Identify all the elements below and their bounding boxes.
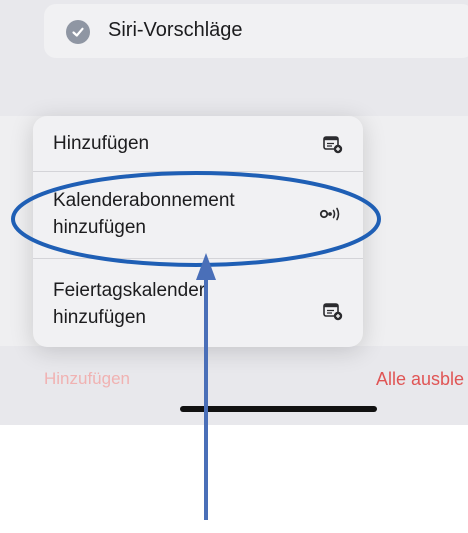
siri-suggestions-row[interactable]: Siri-Vorschläge bbox=[44, 4, 468, 58]
menu-item-add[interactable]: Hinzufügen bbox=[33, 116, 363, 171]
menu-item-label: Feiertagskalender hinzufügen bbox=[53, 280, 206, 328]
checkmark-icon[interactable] bbox=[66, 20, 90, 44]
home-indicator bbox=[180, 406, 377, 412]
calendar-add-icon bbox=[323, 301, 343, 321]
calendar-settings-screen: Siri-Vorschläge Hinzufügen Kalenderabonn… bbox=[0, 0, 468, 425]
menu-item-add-subscription[interactable]: Kalenderabonnement hinzufügen bbox=[33, 172, 363, 258]
hide-all-button[interactable]: Alle ausble bbox=[376, 369, 464, 390]
calendar-add-icon bbox=[323, 134, 343, 154]
broadcast-icon bbox=[319, 204, 343, 224]
menu-item-label: Kalenderabonnement hinzufügen bbox=[53, 190, 235, 238]
menu-item-add-holiday-calendar[interactable]: Feiertagskalender hinzufügen bbox=[33, 259, 363, 347]
menu-item-label: Hinzufügen bbox=[53, 133, 150, 154]
siri-suggestions-label: Siri-Vorschläge bbox=[108, 19, 243, 41]
add-button[interactable]: Hinzufügen bbox=[44, 369, 130, 389]
add-calendar-menu: Hinzufügen Kalenderabonnement hinzufügen bbox=[33, 116, 363, 347]
